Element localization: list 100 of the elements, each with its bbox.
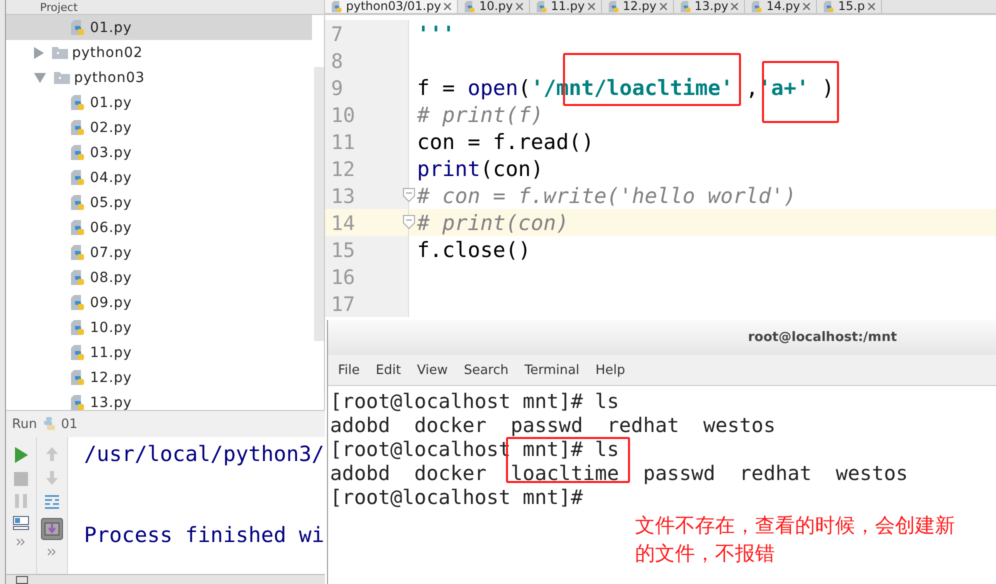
python-file-icon	[70, 320, 86, 336]
menu-item[interactable]: Search	[458, 362, 514, 378]
tree-item[interactable]: 09.py	[6, 290, 312, 315]
editor-tab[interactable]: 11.py	[530, 0, 602, 13]
python-file-icon	[70, 144, 86, 160]
python-file-icon	[70, 194, 86, 210]
tree-item[interactable]: 04.py	[6, 165, 312, 190]
python-file-icon	[70, 344, 86, 360]
chevron-icon[interactable]	[16, 538, 26, 546]
tree-item[interactable]: 13.py	[6, 390, 312, 410]
terminal-line: adobd docker passwd redhat westos	[330, 413, 776, 437]
folder-icon	[52, 46, 68, 59]
line-number: 12	[330, 156, 356, 180]
chevron-icon[interactable]	[47, 548, 57, 556]
editor-tab[interactable]: 14.py	[745, 0, 818, 13]
status-icon	[16, 576, 28, 584]
code-line: con = f.read()	[417, 130, 594, 154]
python-file-icon	[70, 120, 86, 136]
line-number: 16	[330, 264, 356, 288]
python-icon	[536, 0, 548, 12]
python-file-icon	[70, 94, 86, 110]
close-icon[interactable]	[444, 3, 452, 10]
panel-title: Project	[40, 0, 78, 14]
expand-arrow-icon[interactable]	[34, 46, 44, 58]
python-icon	[751, 0, 764, 12]
editor-tab[interactable]: python03/01.py	[325, 0, 458, 13]
layout-icon[interactable]	[13, 516, 29, 530]
code-line: # print(con)	[417, 210, 569, 234]
terminal-line: [root@localhost mnt]#	[330, 485, 583, 509]
terminal-line: adobd docker loacltime passwd redhat westos	[330, 461, 908, 485]
run-icon[interactable]	[13, 446, 29, 464]
tree-item[interactable]: 10.py	[6, 315, 312, 340]
tree-item[interactable]: 05.py	[6, 190, 312, 215]
menu-item[interactable]: File	[332, 362, 366, 378]
line-number: 9	[330, 76, 344, 100]
annotation-note: 文件不存在，查看的时候，会创建新的文件，不报错	[635, 512, 956, 567]
tree-item[interactable]: python03	[6, 65, 312, 90]
menu-item[interactable]: Terminal	[518, 362, 586, 378]
close-icon[interactable]	[868, 3, 875, 10]
tree-item[interactable]: 08.py	[6, 265, 312, 290]
code-line: '''	[417, 22, 455, 46]
python-file-icon	[70, 370, 86, 386]
editor-tab[interactable]: 12.py	[602, 0, 674, 13]
editor-tab[interactable]: 13.py	[674, 0, 746, 13]
tree-item[interactable]: 07.py	[6, 240, 312, 265]
python-icon	[680, 0, 692, 12]
line-number: 8	[330, 48, 344, 72]
soft-wrap-icon[interactable]	[44, 494, 60, 510]
close-icon[interactable]	[516, 3, 523, 10]
tree-item[interactable]: 06.py	[6, 215, 312, 240]
tree-item[interactable]: 02.py	[6, 115, 312, 140]
python-icon	[608, 0, 620, 12]
terminal-line: [root@localhost mnt]# ls	[330, 389, 619, 413]
folder-icon	[54, 71, 70, 84]
python-file-icon	[70, 244, 86, 260]
code-line: print(con)	[417, 156, 544, 180]
fold-marker-icon[interactable]	[403, 215, 415, 229]
line-number: 11	[330, 130, 356, 154]
tree-item[interactable]: python02	[6, 40, 312, 65]
run-config-label: 01	[60, 416, 78, 432]
menu-item[interactable]: Help	[589, 362, 632, 378]
close-icon[interactable]	[588, 3, 595, 10]
line-number: 14	[330, 210, 356, 234]
panel-title: Run	[12, 416, 37, 432]
editor-tab[interactable]: 10.py	[458, 0, 530, 13]
tree-item[interactable]: 01.py	[6, 90, 312, 115]
console-line: /usr/local/python3/	[84, 441, 325, 468]
tree-item[interactable]: 12.py	[6, 365, 312, 390]
python-file-icon	[70, 20, 86, 36]
scrollbar[interactable]	[314, 67, 324, 341]
console-line: Process finished wi	[84, 522, 325, 549]
line-number: 7	[330, 22, 344, 46]
line-number: 17	[330, 292, 356, 316]
editor-tab[interactable]: 15.p	[817, 0, 882, 13]
fold-marker-icon[interactable]	[403, 188, 415, 202]
tree-item[interactable]: 01.py	[6, 15, 312, 40]
line-number: 10	[330, 102, 356, 126]
python-file-icon	[70, 220, 86, 236]
python-icon	[331, 0, 343, 12]
tree-item[interactable]: 11.py	[6, 340, 312, 365]
close-icon[interactable]	[731, 3, 738, 10]
python-file-icon	[70, 394, 86, 410]
python-file-icon	[70, 170, 86, 186]
code-line: # con = f.write('hello world')	[417, 184, 796, 208]
window-title: root@localhost:/mnt	[748, 330, 897, 345]
python-file-icon	[70, 294, 86, 310]
tree-item[interactable]: 03.py	[6, 140, 312, 165]
line-number: 15	[330, 238, 356, 262]
python-icon	[464, 0, 476, 12]
menu-item[interactable]: View	[410, 362, 454, 378]
code-line: # print(f)	[417, 102, 544, 126]
python-file-icon	[70, 270, 86, 286]
line-number: 13	[330, 184, 356, 208]
code-line: f.close()	[417, 238, 531, 262]
collapse-arrow-icon[interactable]	[34, 72, 46, 82]
menu-item[interactable]: Edit	[370, 362, 407, 378]
close-icon[interactable]	[660, 3, 667, 10]
scroll-to-end-icon[interactable]	[41, 518, 63, 540]
python-icon	[823, 0, 836, 12]
close-icon[interactable]	[803, 3, 810, 10]
